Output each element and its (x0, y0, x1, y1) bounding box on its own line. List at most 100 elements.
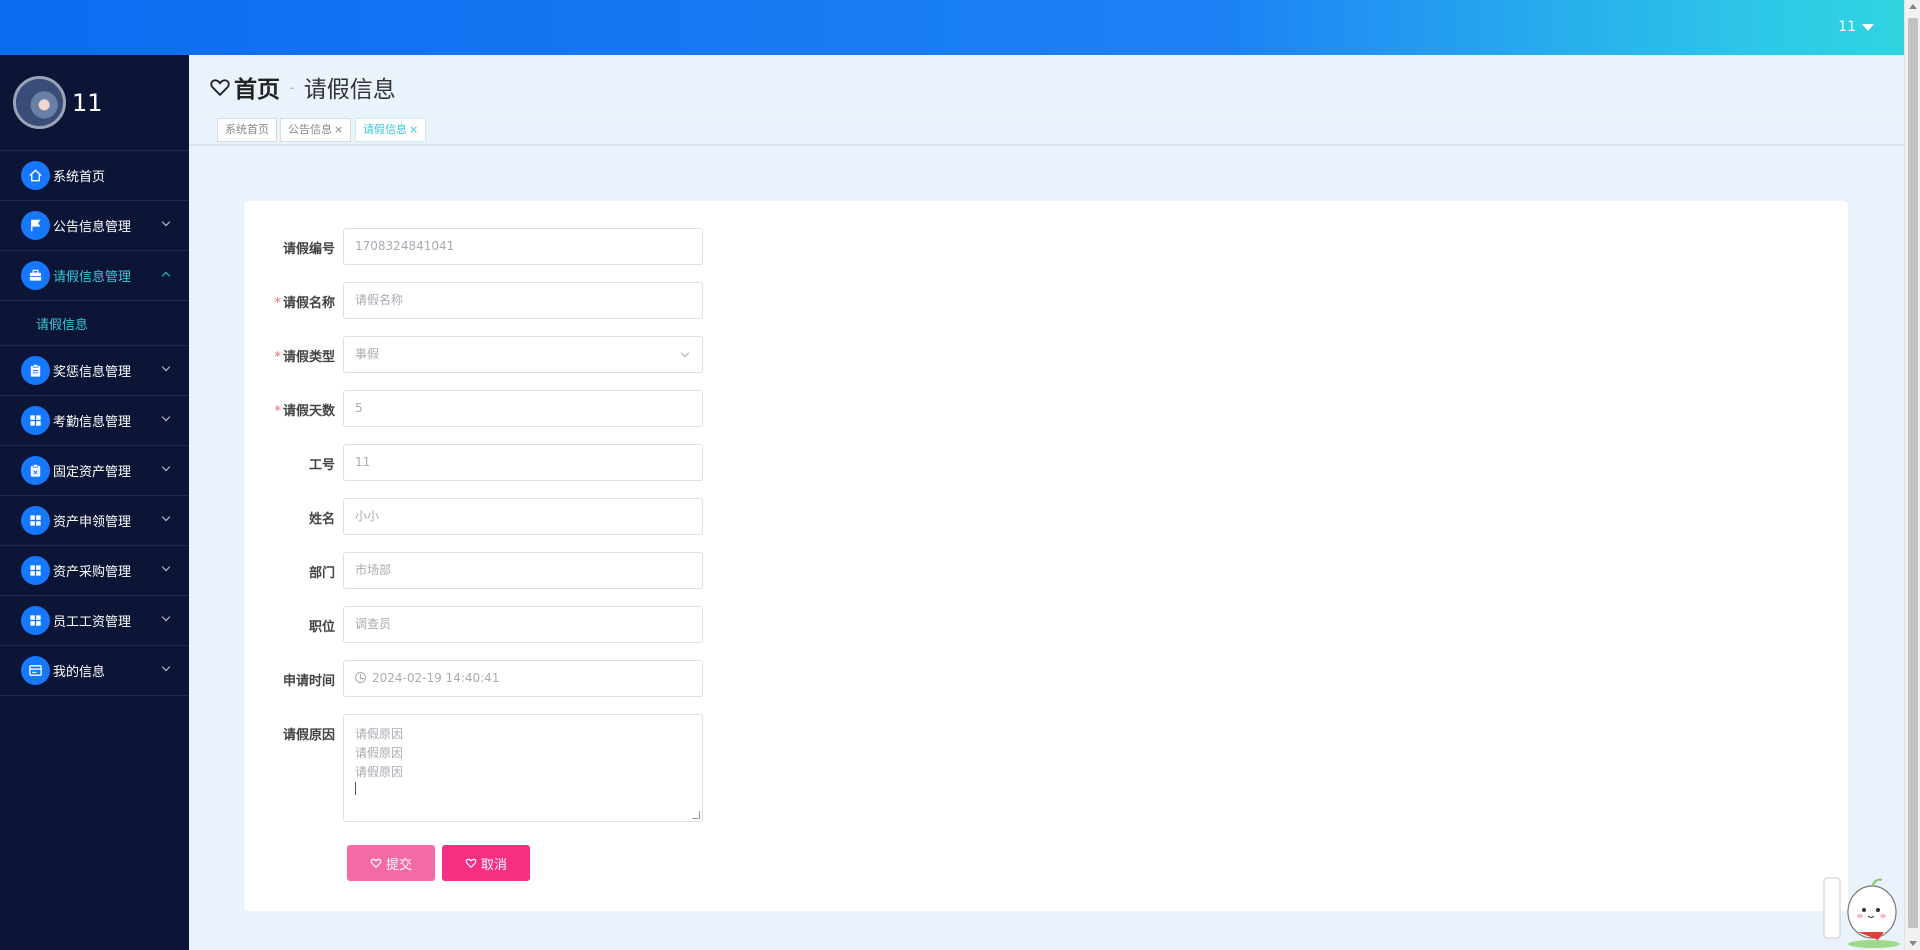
tab-label: 请假信息 (363, 123, 407, 136)
tab-notice-info[interactable]: 公告信息 × (280, 118, 352, 142)
sidebar-subitem-leave-info[interactable]: 请假信息 (0, 301, 189, 346)
sidebar-item-label: 固定资产管理 (53, 465, 132, 480)
sidebar-profile: 11 (0, 55, 189, 151)
flag-icon (21, 211, 50, 240)
chevron-down-icon (161, 612, 171, 622)
grid-icon (21, 556, 50, 585)
leave-number-input[interactable]: 1708324841041 (343, 228, 703, 265)
reason-line: 请假原因 (355, 727, 404, 741)
submit-button-label: 提交 (385, 857, 412, 873)
heart-icon (370, 858, 382, 869)
department-input[interactable]: 市场部 (343, 552, 703, 589)
sidebar-item-label: 资产申领管理 (53, 515, 132, 530)
sidebar-item-label: 公告信息管理 (53, 220, 132, 235)
scroll-down-icon[interactable] (1909, 941, 1917, 946)
cancel-button-label: 取消 (480, 857, 507, 873)
scrollbar-thumb[interactable] (1908, 18, 1918, 928)
grid-icon (21, 506, 50, 535)
clipboard-icon (21, 456, 50, 485)
grid-icon (21, 406, 50, 435)
sidebar-username: 11 (72, 88, 103, 117)
employee-id-label: 工号 (308, 458, 335, 473)
grid-icon (21, 606, 50, 635)
chevron-down-icon (161, 562, 171, 572)
name-label: 姓名 (308, 512, 335, 527)
tab-system-home[interactable]: 系统首页 (217, 118, 277, 142)
chevron-up-icon (161, 271, 171, 281)
sidebar-item-fixed-assets-management[interactable]: 固定资产管理 (0, 446, 189, 496)
reason-line: 请假原因 (355, 746, 404, 760)
department-label: 部门 (308, 566, 335, 581)
avatar (13, 76, 66, 129)
home-icon (21, 161, 50, 190)
page-scrollbar[interactable] (1904, 0, 1920, 950)
heart-icon (465, 858, 477, 869)
briefcase-icon (21, 261, 50, 290)
sidebar: 11 系统首页 公告信息管理 请假信息管理 请假信息 奖惩信息管理 考勤信息管理… (0, 55, 189, 950)
clock-icon (355, 672, 366, 683)
sidebar-item-label: 系统首页 (53, 170, 106, 185)
tab-label: 系统首页 (225, 123, 269, 136)
breadcrumb-current: 请假信息 (303, 77, 396, 103)
sidebar-item-label: 请假信息管理 (53, 270, 132, 285)
sidebar-item-label: 我的信息 (53, 665, 106, 680)
text-cursor (355, 782, 356, 795)
resize-handle[interactable] (692, 811, 700, 819)
user-name: 11 (1838, 19, 1856, 35)
sidebar-item-asset-purchase-management[interactable]: 资产采购管理 (0, 546, 189, 596)
top-header-bar: 11 (0, 0, 1904, 55)
tab-label: 公告信息 (288, 123, 332, 136)
leave-form-card: 请假编号 1708324841041 * 请假名称 请假名称 * 请假类型 事假 *… (244, 201, 1848, 911)
breadcrumb: 首页 - 请假信息 (209, 70, 396, 104)
sidebar-item-attendance-management[interactable]: 考勤信息管理 (0, 396, 189, 446)
required-star: * (274, 404, 281, 419)
breadcrumb-home[interactable]: 首页 (234, 70, 280, 104)
sidebar-item-home[interactable]: 系统首页 (0, 151, 189, 201)
leave-type-value: 事假 (355, 347, 380, 361)
apply-time-label: 申请时间 (282, 674, 335, 689)
chevron-down-icon (680, 348, 690, 358)
required-star: * (274, 350, 281, 365)
chevron-down-icon (161, 662, 171, 672)
leave-name-input[interactable]: 请假名称 (343, 282, 703, 319)
submit-button[interactable]: 提交 (347, 845, 435, 881)
leave-name-label: 请假名称 (282, 296, 335, 311)
chevron-down-icon (161, 462, 171, 472)
leave-number-label: 请假编号 (282, 242, 335, 257)
reason-textarea[interactable]: 请假原因 请假原因 请假原因 (343, 714, 703, 822)
close-icon[interactable]: × (409, 123, 418, 136)
required-star: * (274, 296, 281, 311)
close-icon[interactable]: × (334, 123, 343, 136)
sidebar-item-my-info[interactable]: 我的信息 (0, 646, 189, 696)
sidebar-item-label: 考勤信息管理 (53, 415, 132, 430)
leave-type-select[interactable]: 事假 (343, 336, 703, 373)
user-dropdown[interactable]: 11 (1838, 19, 1874, 35)
employee-id-input[interactable]: 11 (343, 444, 703, 481)
sidebar-item-reward-management[interactable]: 奖惩信息管理 (0, 346, 189, 396)
leave-days-label: 请假天数 (282, 404, 335, 419)
sidebar-item-leave-management[interactable]: 请假信息管理 (0, 251, 189, 301)
breadcrumb-separator: - (289, 77, 295, 97)
tags-view-bar: 系统首页 公告信息 × 请假信息 × (189, 115, 1904, 145)
chevron-down-icon (161, 362, 171, 372)
position-label: 职位 (308, 620, 335, 635)
clipboard-icon (21, 356, 50, 385)
apply-time-value: 2024-02-19 14:40:41 (372, 671, 500, 685)
leave-type-label: 请假类型 (282, 350, 335, 365)
sidebar-item-notice-management[interactable]: 公告信息管理 (0, 201, 189, 251)
leave-days-input[interactable]: 5 (343, 390, 703, 427)
tab-leave-info[interactable]: 请假信息 × (355, 118, 427, 142)
scroll-up-icon[interactable] (1909, 4, 1917, 9)
sidebar-item-salary-management[interactable]: 员工工资管理 (0, 596, 189, 646)
apply-time-picker[interactable]: 2024-02-19 14:40:41 (343, 660, 703, 697)
sidebar-subitem-label: 请假信息 (36, 317, 89, 333)
name-input[interactable]: 小小 (343, 498, 703, 535)
reason-line: 请假原因 (355, 765, 404, 779)
caret-down-icon (1862, 23, 1874, 31)
chevron-down-icon (161, 412, 171, 422)
mascot-widget-icon[interactable] (1818, 860, 1904, 950)
card-icon (21, 656, 50, 685)
sidebar-item-asset-claim-management[interactable]: 资产申领管理 (0, 496, 189, 546)
cancel-button[interactable]: 取消 (442, 845, 530, 881)
position-input[interactable]: 调查员 (343, 606, 703, 643)
